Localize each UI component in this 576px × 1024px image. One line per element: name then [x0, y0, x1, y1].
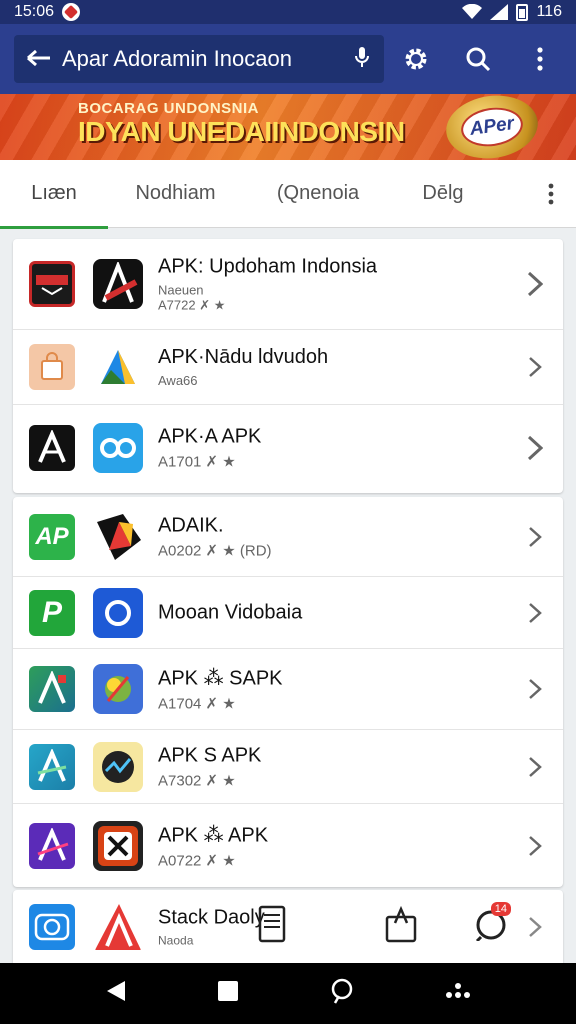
ap-red-icon: [29, 261, 75, 307]
document-icon[interactable]: [257, 904, 287, 944]
a-purple-icon: [29, 822, 75, 869]
tab-1[interactable]: Lıæn: [0, 160, 108, 229]
chevron-right-icon: [523, 752, 547, 782]
app-name: ADAIK.: [158, 514, 224, 536]
app-meta: A1704 ✗ ★: [158, 695, 236, 713]
nav-apps-icon[interactable]: [445, 982, 471, 1005]
app-name: Mooan Vidobaia: [158, 601, 303, 623]
a-red-app-icon: [93, 259, 143, 309]
back-arrow-icon[interactable]: [26, 44, 62, 75]
app-meta: Naeuen A7722 ✗ ★: [158, 282, 226, 313]
nav-back-icon[interactable]: [105, 979, 127, 1008]
x-shield-icon: [93, 820, 143, 871]
tab-4[interactable]: Dēlg: [393, 160, 493, 228]
a-triangle-icon: [93, 342, 143, 392]
list-item[interactable]: APK·Nādu ldvudoh Awa66: [13, 330, 563, 405]
a-red-app-icon: [93, 901, 143, 952]
app-name: APK·A APK: [158, 425, 262, 448]
app-list-card-3: Stack Daoly Naoda 14: [13, 890, 563, 963]
app-meta: Naoda: [158, 933, 194, 947]
app-name: APK ⁂ APK: [158, 824, 269, 846]
app-bar: Apar Adoramin Inocaon: [0, 24, 576, 94]
chevron-right-icon: [523, 598, 547, 628]
shop-icon: [29, 344, 75, 390]
cd-blue-icon: [29, 903, 75, 950]
chevron-right-icon: [523, 912, 547, 942]
list-item[interactable]: APK·A APK A1701 ✗ ★: [13, 405, 563, 491]
signal-icon: [490, 4, 509, 20]
tab-overflow-icon[interactable]: [526, 160, 576, 228]
app-name: Stack Daoly: [158, 906, 265, 928]
list-item[interactable]: APK: Updoham Indonsia Naeuen A7722 ✗ ★: [13, 239, 563, 330]
a-teal-icon: [29, 743, 75, 790]
app-meta: Awa66: [158, 373, 198, 388]
notification-app-icon: [62, 3, 81, 21]
app-meta: A0722 ✗ ★: [158, 852, 236, 869]
play-arrow-icon: [93, 511, 143, 562]
search-field[interactable]: Apar Adoramin Inocaon: [14, 35, 384, 83]
search-icon[interactable]: [464, 45, 492, 73]
a-stack-icon: [29, 666, 75, 712]
chat-bubble-icon[interactable]: 14: [469, 902, 513, 944]
ap-green-icon: AP: [29, 513, 75, 560]
app-meta: A7302 ✗ ★: [158, 772, 236, 789]
banner-line-1: BOCARAG UNDONSNIA: [78, 100, 259, 117]
wifi-icon: [462, 4, 483, 19]
battery-text: 116: [536, 3, 562, 20]
list-item[interactable]: APK ⁂ APK A0722 ✗ ★: [13, 804, 563, 887]
app-name: APK·Nādu ldvudoh: [158, 346, 329, 368]
tab-3[interactable]: (Qnenoia: [243, 160, 393, 228]
app-meta: A1701 ✗ ★: [158, 453, 236, 471]
tab-2[interactable]: Nodhiam: [108, 160, 243, 228]
tab-bar: Lıæn Nodhiam (Qnenoia Dēlg: [0, 160, 576, 229]
status-bar: 15:06 116: [0, 0, 576, 24]
chevron-right-icon: [523, 352, 547, 382]
chevron-right-icon: [523, 433, 547, 463]
tab-3-label: (Qnenoia: [276, 182, 360, 204]
banner-badge-text: APer: [458, 103, 526, 151]
chevron-right-icon: [523, 831, 547, 861]
battery-icon: [516, 3, 529, 21]
tab-2-label: Nodhiam: [135, 182, 216, 204]
overflow-menu-icon[interactable]: [526, 45, 554, 73]
chart-gauge-icon: [93, 741, 143, 792]
gear-coin-icon: [93, 664, 143, 714]
tab-4-label: Dēlg: [422, 182, 464, 204]
app-name: APK: Updoham Indonsia: [158, 255, 378, 278]
share-box-icon[interactable]: [383, 904, 419, 944]
settings-gear-icon[interactable]: [402, 45, 430, 73]
nav-assistant-icon[interactable]: [329, 977, 355, 1010]
mic-icon[interactable]: [352, 46, 372, 73]
tab-1-label: Lıæn: [31, 182, 77, 204]
app-list-card-2: AP ADAIK. A0202 ✗ ★ (RD) P Mooan Vidobai…: [13, 497, 563, 887]
chevron-right-icon: [523, 522, 547, 552]
list-item[interactable]: P Mooan Vidobaia: [13, 577, 563, 649]
list-item[interactable]: APK ⁂ SAPK A1704 ✗ ★: [13, 649, 563, 730]
chevron-right-icon: [523, 269, 547, 299]
search-title: Apar Adoramin Inocaon: [62, 46, 292, 71]
promo-banner[interactable]: BOCARAG UNDONSNIA IDYAN UNEDAIINDONSIN A…: [0, 94, 576, 160]
banner-line-2: IDYAN UNEDAIINDONSIN: [78, 116, 405, 147]
status-time: 15:06: [14, 3, 55, 20]
chevron-right-icon: [523, 674, 547, 704]
app-list-card-1: APK: Updoham Indonsia Naeuen A7722 ✗ ★ A…: [13, 239, 563, 493]
app-name: APK S APK: [158, 744, 262, 766]
list-item[interactable]: APK S APK A7302 ✗ ★: [13, 730, 563, 804]
app-meta: A0202 ✗ ★ (RD): [158, 542, 272, 559]
o-blue-icon: [93, 587, 143, 638]
list-item[interactable]: Stack Daoly Naoda 14: [13, 890, 563, 963]
p-green-icon: P: [29, 589, 75, 636]
nav-home-icon[interactable]: [217, 980, 239, 1007]
notification-badge: 14: [490, 902, 511, 916]
system-nav-bar: [0, 963, 576, 1024]
list-item[interactable]: AP ADAIK. A0202 ✗ ★ (RD): [13, 497, 563, 577]
a-black-icon: [29, 425, 75, 471]
cloud-link-icon: [93, 423, 143, 473]
app-name: APK ⁂ SAPK: [158, 667, 283, 690]
